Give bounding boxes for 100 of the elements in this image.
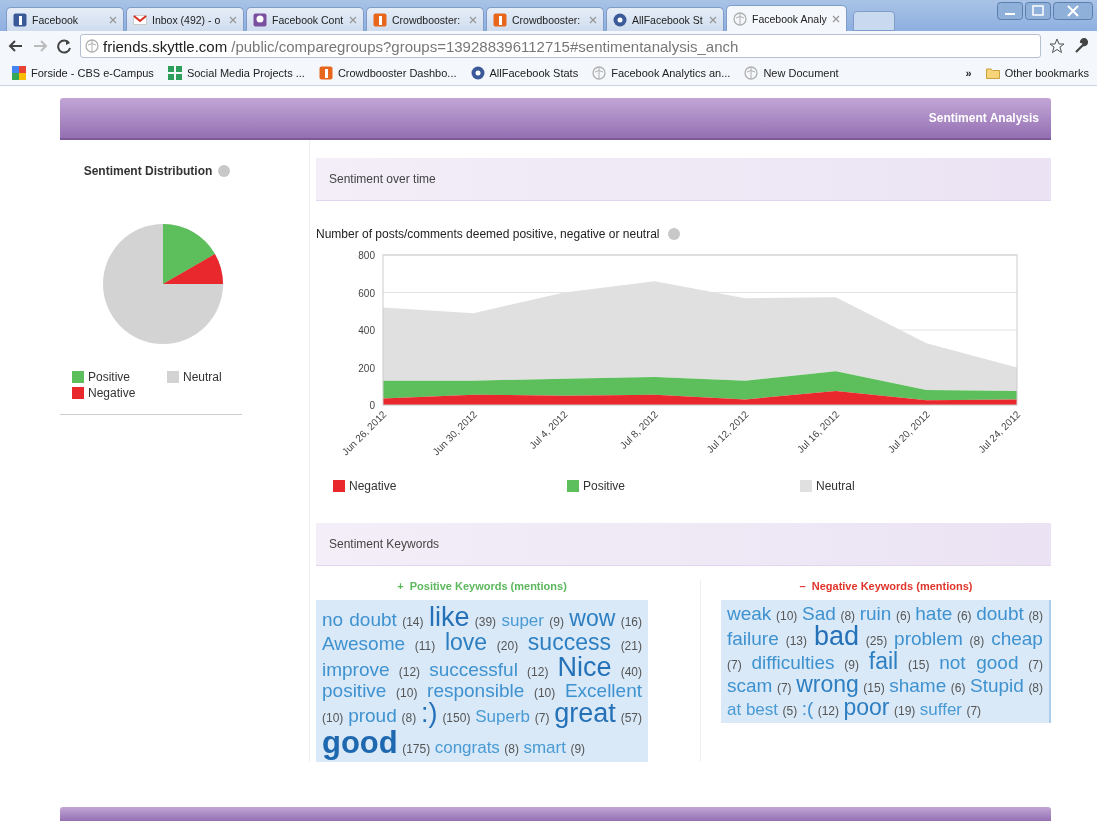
keyword-count: (6) xyxy=(956,609,972,623)
keyword-count: (175) xyxy=(402,742,431,756)
bookmark-item[interactable]: AllFacebook Stats xyxy=(470,66,579,80)
minimize-icon[interactable] xyxy=(997,2,1023,20)
square-icon xyxy=(373,12,387,27)
keyword-count: (16) xyxy=(620,615,643,629)
keyword: good xyxy=(322,725,398,760)
keyword: hate xyxy=(915,603,953,624)
axis-tick-label: 600 xyxy=(358,287,375,299)
forward-icon[interactable] xyxy=(32,38,48,54)
close-icon[interactable] xyxy=(589,15,597,24)
keyword-count: (7) xyxy=(727,658,742,672)
axis-tick-label: 800 xyxy=(358,250,375,261)
keyword: no doubt xyxy=(322,609,397,630)
globe-icon xyxy=(85,39,99,53)
close-icon[interactable] xyxy=(469,15,477,24)
browser-tab[interactable]: Facebook xyxy=(6,7,124,31)
bookmark-item[interactable]: Facebook Analytics an... xyxy=(592,66,731,80)
panel-title: Sentiment over time xyxy=(329,172,436,186)
keyword-count: (15) xyxy=(863,681,885,695)
keyword: ruin xyxy=(859,603,892,624)
keyword: :( xyxy=(801,698,814,719)
squares-icon xyxy=(12,66,26,80)
keyword-count: (8) xyxy=(1028,681,1044,695)
square-icon xyxy=(318,66,333,80)
keyword-count: (9) xyxy=(570,742,586,756)
keyword: suffer xyxy=(919,700,962,719)
browser-tab[interactable]: Inbox (492) - o xyxy=(126,7,244,31)
keyword-count: (10) xyxy=(533,686,556,700)
keywords-heading: + Positive Keywords (mentions) xyxy=(396,580,568,592)
globe-icon xyxy=(744,66,759,80)
keyword: weak xyxy=(727,603,772,624)
close-icon[interactable] xyxy=(1053,2,1093,20)
keyword-count: (13) xyxy=(785,634,807,648)
chart-title: Number of posts/comments deemed positive, negative or neutral xyxy=(316,227,660,241)
keyword: shame xyxy=(889,675,947,696)
folder-icon xyxy=(985,66,1000,80)
close-icon[interactable] xyxy=(349,15,357,24)
star-icon[interactable] xyxy=(1049,38,1065,54)
bookmark-item[interactable]: Social Media Projects ... xyxy=(167,66,305,80)
close-icon[interactable] xyxy=(109,15,117,24)
browser-tab[interactable]: AllFacebook St xyxy=(606,7,724,31)
legend-label: Neutral xyxy=(816,479,855,493)
section-title: Sentiment Analysis xyxy=(928,111,1039,125)
keyword: super xyxy=(501,611,544,630)
bookmark-item[interactable]: Crowdbooster Dashbo... xyxy=(318,66,457,80)
browser-tab[interactable]: Facebook Cont xyxy=(246,7,364,31)
legend-label: Negative xyxy=(88,386,136,400)
keyword-count: (11) xyxy=(414,639,436,653)
axis-tick-label: 200 xyxy=(358,362,375,374)
legend-label: Positive xyxy=(583,479,626,493)
keyword-count: (8) xyxy=(504,742,519,756)
bookmark-item[interactable]: Forside - CBS e-Campus xyxy=(12,66,154,80)
keyword-count: (12) xyxy=(817,704,840,718)
more-bookmarks-button[interactable]: » xyxy=(965,67,972,79)
envelope-icon xyxy=(133,12,147,27)
browser-tab[interactable]: Crowdbooster: xyxy=(366,7,484,31)
square-icon xyxy=(493,12,507,27)
maximize-icon[interactable] xyxy=(1025,2,1051,20)
help-icon[interactable] xyxy=(667,228,680,240)
close-icon[interactable] xyxy=(709,15,717,24)
close-icon[interactable] xyxy=(831,14,840,23)
circle-icon xyxy=(470,66,485,80)
axis-tick-label: 0 xyxy=(369,400,375,411)
keyword-count: (7) xyxy=(1028,658,1043,672)
reload-icon[interactable] xyxy=(56,38,72,54)
keyword: Sad xyxy=(801,603,836,624)
keyword: difficulties xyxy=(751,652,835,673)
keyword-count: (7) xyxy=(776,681,792,695)
new-tab-button[interactable] xyxy=(852,11,895,31)
keyword: Excellent xyxy=(564,680,642,701)
keyword: :) xyxy=(421,698,438,728)
browser-tab[interactable]: Facebook Analy xyxy=(726,5,847,31)
legend-label: Positive xyxy=(88,370,131,384)
keyword-count: (9) xyxy=(844,658,860,672)
keyword-count: (25) xyxy=(865,634,888,648)
bookmark-item[interactable]: New Document xyxy=(744,66,839,80)
keyword-count: (8) xyxy=(1028,609,1044,623)
legend-label: Negative xyxy=(349,479,397,493)
keyword-count: (20) xyxy=(496,639,519,653)
axis-tick-label: 400 xyxy=(358,325,375,336)
keyword-count: (10) xyxy=(776,609,798,623)
address-field[interactable]: friends.skyttle.com /public/comparegroups?groups=139288396112715#sentimentanalysis_anch xyxy=(80,34,1041,58)
help-icon[interactable] xyxy=(218,165,231,177)
keyword: proud xyxy=(348,705,397,726)
keyword: wow xyxy=(569,605,616,631)
keyword: at best xyxy=(727,700,779,719)
keyword: responsible xyxy=(427,680,525,701)
globe-icon xyxy=(733,11,747,26)
keyword: doubt xyxy=(976,603,1024,624)
bookmark-item[interactable]: Other bookmarks xyxy=(985,66,1089,80)
keyword-count: (5) xyxy=(782,704,798,718)
keyword-count: (10) xyxy=(396,686,418,700)
keyword: like xyxy=(428,602,470,632)
back-icon[interactable] xyxy=(8,38,24,54)
keyword-count: (150) xyxy=(442,711,471,725)
browser-tab[interactable]: Crowdbooster: xyxy=(486,7,604,31)
keyword: not good xyxy=(939,652,1019,673)
close-icon[interactable] xyxy=(229,15,237,24)
keyword-count: (7) xyxy=(966,704,982,718)
